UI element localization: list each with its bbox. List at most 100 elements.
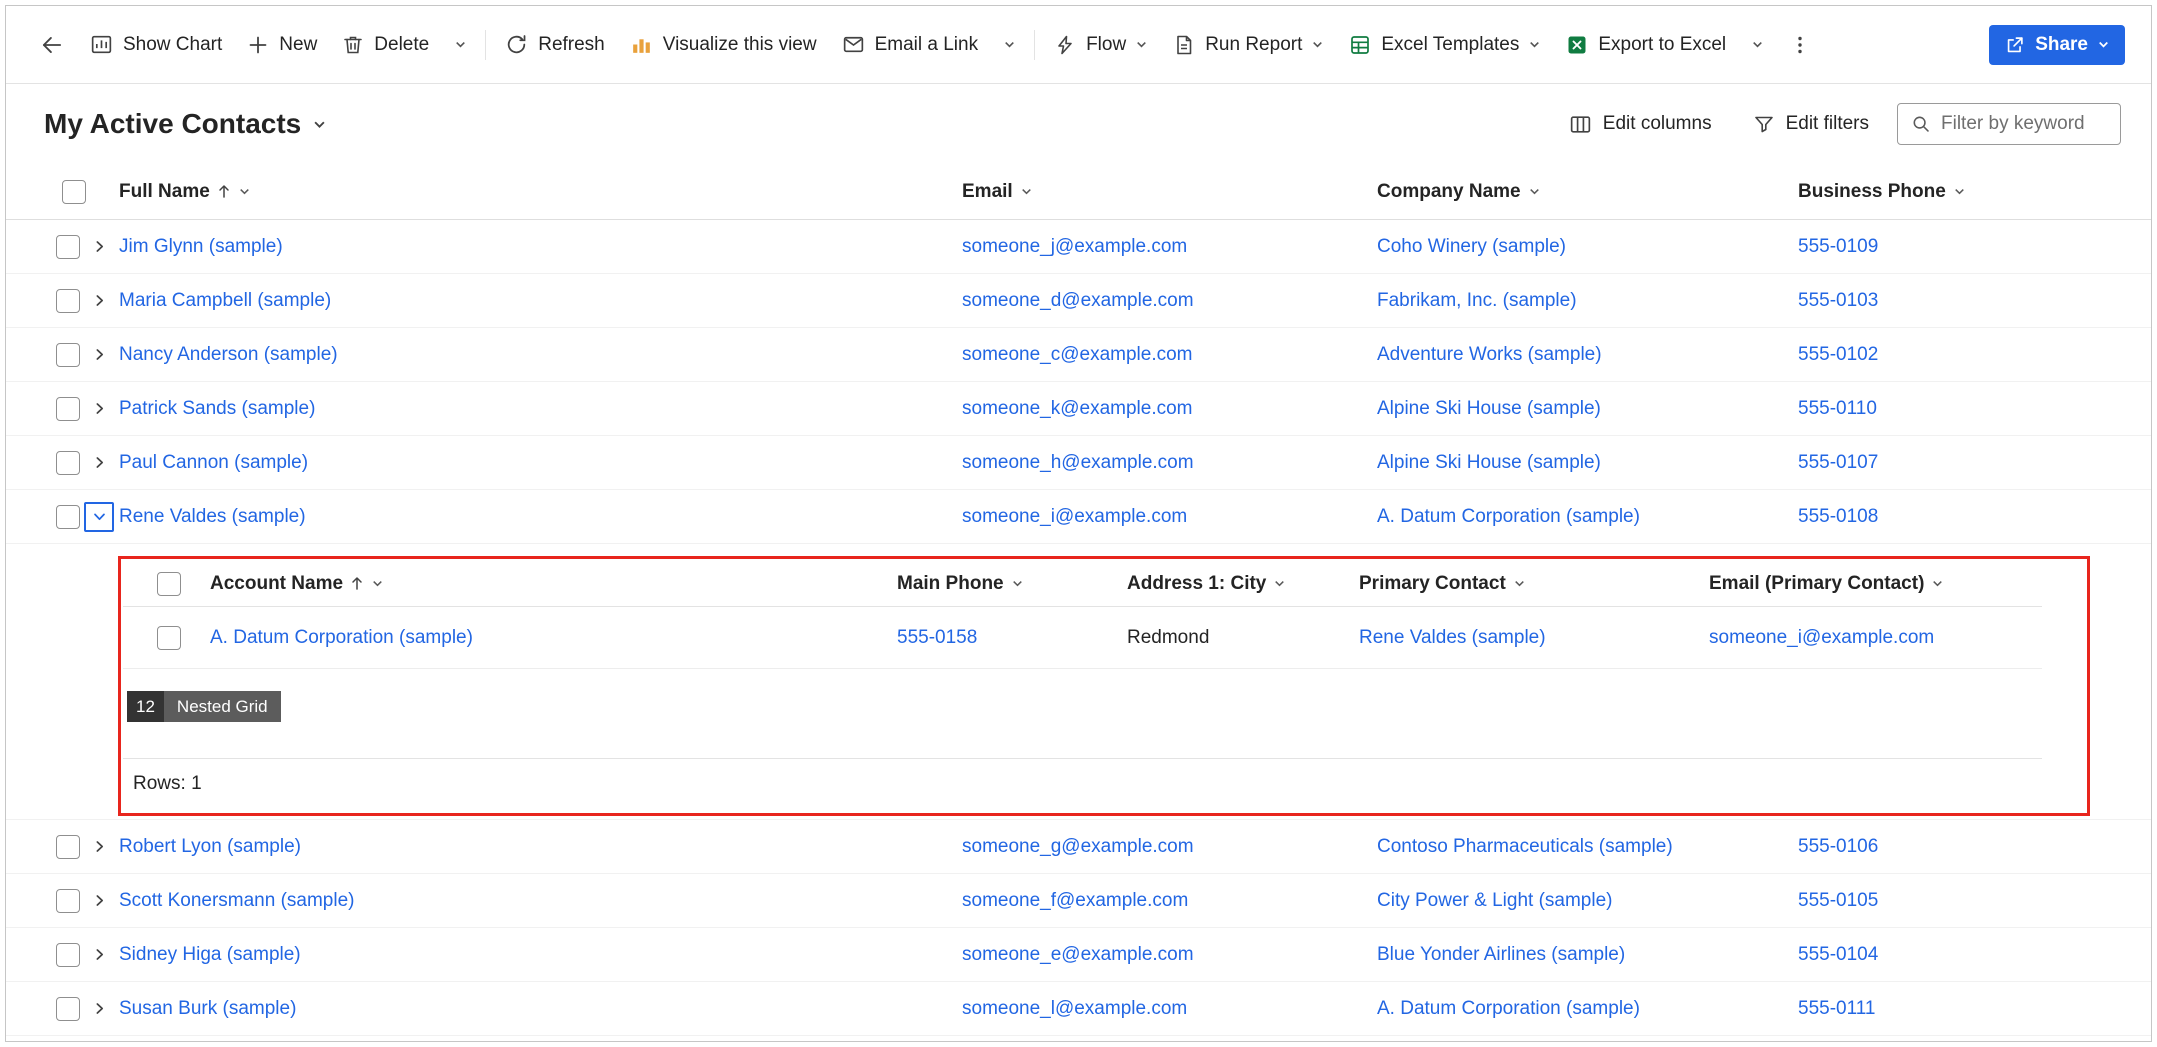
column-header-business-phone[interactable]: Business Phone <box>1798 181 1966 203</box>
row-checkbox[interactable] <box>56 343 80 367</box>
contact-fullname-link[interactable]: Scott Konersmann (sample) <box>119 890 355 912</box>
contact-email-link[interactable]: someone_l@example.com <box>962 998 1187 1020</box>
export-to-excel-dropdown-button[interactable] <box>1740 30 1775 59</box>
edit-columns-button[interactable]: Edit columns <box>1556 104 1724 145</box>
row-checkbox[interactable] <box>56 289 80 313</box>
company-name-link[interactable]: A. Datum Corporation (sample) <box>1377 506 1640 528</box>
show-chart-button[interactable]: Show Chart <box>78 24 233 65</box>
contact-fullname-link[interactable]: Sidney Higa (sample) <box>119 944 301 966</box>
main-phone-link[interactable]: 555-0158 <box>897 627 977 649</box>
edit-columns-label: Edit columns <box>1603 113 1712 135</box>
row-expand-button[interactable] <box>84 394 114 424</box>
business-phone-link[interactable]: 555-0110 <box>1798 398 1877 420</box>
contact-email-link[interactable]: someone_j@example.com <box>962 236 1187 258</box>
business-phone-link[interactable]: 555-0103 <box>1798 290 1878 312</box>
row-checkbox[interactable] <box>56 889 80 913</box>
business-phone-link[interactable]: 555-0105 <box>1798 890 1878 912</box>
contact-email-link[interactable]: someone_g@example.com <box>962 836 1194 858</box>
view-selector[interactable]: My Active Contacts <box>44 108 327 140</box>
row-checkbox[interactable] <box>56 997 80 1021</box>
business-phone-link[interactable]: 555-0102 <box>1798 344 1878 366</box>
company-name-link[interactable]: Fabrikam, Inc. (sample) <box>1377 290 1577 312</box>
contact-email-link[interactable]: someone_k@example.com <box>962 398 1193 420</box>
contact-email-link[interactable]: someone_f@example.com <box>962 890 1188 912</box>
row-checkbox[interactable] <box>56 451 80 475</box>
refresh-button[interactable]: Refresh <box>493 24 616 65</box>
contact-email-link[interactable]: someone_i@example.com <box>962 506 1187 528</box>
column-header-email[interactable]: Email <box>962 181 1033 203</box>
nested-select-all-checkbox[interactable] <box>157 572 181 596</box>
row-expand-button[interactable] <box>84 886 114 916</box>
company-name-link[interactable]: Alpine Ski House (sample) <box>1377 398 1601 420</box>
row-expand-button[interactable] <box>84 832 114 862</box>
delete-button[interactable]: Delete <box>330 25 440 65</box>
company-name-link[interactable]: Blue Yonder Airlines (sample) <box>1377 944 1625 966</box>
row-checkbox[interactable] <box>56 235 80 259</box>
new-button[interactable]: New <box>235 25 328 65</box>
business-phone-link[interactable]: 555-0108 <box>1798 506 1878 528</box>
row-checkbox[interactable] <box>56 835 80 859</box>
column-header-label: Email <box>962 181 1013 203</box>
column-header-account-name[interactable]: Account Name <box>210 573 384 595</box>
company-name-link[interactable]: Contoso Pharmaceuticals (sample) <box>1377 836 1673 858</box>
business-phone-link[interactable]: 555-0106 <box>1798 836 1878 858</box>
edit-filters-button[interactable]: Edit filters <box>1740 104 1881 144</box>
business-phone-link[interactable]: 555-0111 <box>1798 998 1875 1020</box>
company-name-link[interactable]: A. Datum Corporation (sample) <box>1377 998 1640 1020</box>
back-button[interactable] <box>28 24 76 66</box>
company-name-link[interactable]: City Power & Light (sample) <box>1377 890 1612 912</box>
run-report-button[interactable]: Run Report <box>1161 25 1335 65</box>
row-collapse-button[interactable] <box>84 502 114 532</box>
row-expand-button[interactable] <box>84 448 114 478</box>
row-expand-button[interactable] <box>84 286 114 316</box>
contact-email-link[interactable]: someone_c@example.com <box>962 344 1193 366</box>
column-header-email-primary-contact[interactable]: Email (Primary Contact) <box>1709 573 1944 595</box>
contact-fullname-link[interactable]: Robert Lyon (sample) <box>119 836 301 858</box>
business-phone-link[interactable]: 555-0109 <box>1798 236 1878 258</box>
account-name-link[interactable]: A. Datum Corporation (sample) <box>210 627 473 649</box>
contact-email-link[interactable]: someone_d@example.com <box>962 290 1194 312</box>
email-primary-contact-link[interactable]: someone_i@example.com <box>1709 627 1934 649</box>
row-expand-button[interactable] <box>84 994 114 1024</box>
business-phone-link[interactable]: 555-0104 <box>1798 944 1878 966</box>
row-expand-button[interactable] <box>84 340 114 370</box>
nested-row-checkbox[interactable] <box>157 626 181 650</box>
company-name-link[interactable]: Coho Winery (sample) <box>1377 236 1566 258</box>
contact-fullname-link[interactable]: Patrick Sands (sample) <box>119 398 315 420</box>
excel-templates-button[interactable]: Excel Templates <box>1337 25 1552 65</box>
nested-grid-highlight-box: Account Name Main Phone <box>118 556 2090 816</box>
company-name-link[interactable]: Adventure Works (sample) <box>1377 344 1602 366</box>
row-expand-button[interactable] <box>84 232 114 262</box>
column-header-address-city[interactable]: Address 1: City <box>1127 573 1286 595</box>
share-button[interactable]: Share <box>1989 25 2125 65</box>
more-commands-button[interactable] <box>1777 25 1823 65</box>
contact-fullname-link[interactable]: Maria Campbell (sample) <box>119 290 331 312</box>
primary-contact-link[interactable]: Rene Valdes (sample) <box>1359 627 1546 649</box>
email-link-button[interactable]: Email a Link <box>830 24 990 65</box>
business-phone-link[interactable]: 555-0107 <box>1798 452 1878 474</box>
row-checkbox[interactable] <box>56 943 80 967</box>
contact-email-link[interactable]: someone_e@example.com <box>962 944 1194 966</box>
select-all-checkbox[interactable] <box>62 180 86 204</box>
row-checkbox[interactable] <box>56 505 80 529</box>
column-header-main-phone[interactable]: Main Phone <box>897 573 1024 595</box>
export-to-excel-button[interactable]: Export to Excel <box>1554 25 1737 65</box>
delete-dropdown-button[interactable] <box>443 30 478 59</box>
contact-fullname-link[interactable]: Paul Cannon (sample) <box>119 452 308 474</box>
contact-fullname-link[interactable]: Nancy Anderson (sample) <box>119 344 338 366</box>
contact-fullname-link[interactable]: Jim Glynn (sample) <box>119 236 283 258</box>
row-checkbox[interactable] <box>56 397 80 421</box>
email-link-dropdown-button[interactable] <box>992 30 1027 59</box>
contact-fullname-link[interactable]: Rene Valdes (sample) <box>119 506 306 528</box>
row-expand-button[interactable] <box>84 940 114 970</box>
column-header-company-name[interactable]: Company Name <box>1377 181 1541 203</box>
contact-email-link[interactable]: someone_h@example.com <box>962 452 1194 474</box>
contact-fullname-link[interactable]: Susan Burk (sample) <box>119 998 296 1020</box>
column-header-full-name[interactable]: Full Name <box>119 181 251 203</box>
visualize-view-button[interactable]: Visualize this view <box>618 24 828 65</box>
filter-keyword-input[interactable] <box>1941 113 2108 135</box>
grid-header-row: Full Name Email Company Name B <box>6 164 2151 220</box>
company-name-link[interactable]: Alpine Ski House (sample) <box>1377 452 1601 474</box>
flow-button[interactable]: Flow <box>1042 25 1159 65</box>
column-header-primary-contact[interactable]: Primary Contact <box>1359 573 1526 595</box>
